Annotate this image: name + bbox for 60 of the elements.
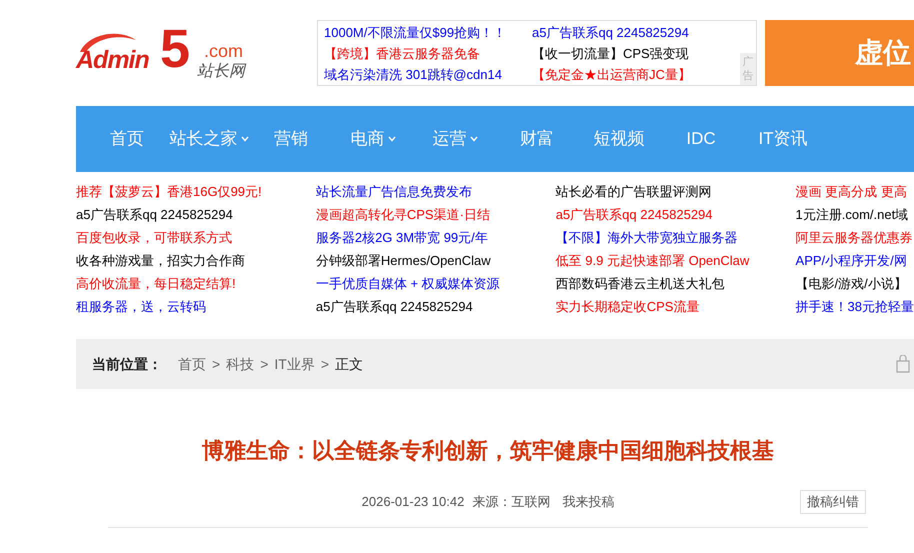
article-source: 来源：互联网 xyxy=(472,493,550,512)
ad-link[interactable]: 实力长期稳定收CPS流量 xyxy=(556,295,700,318)
submit-link[interactable]: 我来投稿 xyxy=(562,492,614,512)
caret-icon xyxy=(470,136,478,142)
ad-link[interactable]: 站长流量广告信息免费发布 xyxy=(316,180,472,203)
nav-item[interactable]: 电商 xyxy=(332,126,414,152)
logo-digit: 5 xyxy=(160,22,190,76)
ad-link[interactable]: 域名污染清洗 301跳转@cdn14 xyxy=(324,64,532,85)
logo-text: Admin xyxy=(76,48,149,73)
ad-link[interactable]: 服务器2核2G 3M带宽 99元/年 xyxy=(316,226,488,249)
ad-link[interactable]: 【不限】海外大带宽独立服务器 xyxy=(556,226,738,249)
article-date: 2026-01-23 10:42 xyxy=(362,493,464,512)
nav-item[interactable]: IT资讯 xyxy=(742,126,824,152)
breadcrumb-separator: > xyxy=(260,354,268,374)
report-button[interactable]: 撤稿纠错 xyxy=(800,490,866,514)
nav-item[interactable]: 站长之家 xyxy=(168,126,250,152)
breadcrumb-link[interactable]: 科技 xyxy=(226,354,254,374)
breadcrumb-label: 当前位置： xyxy=(92,354,162,374)
breadcrumb-separator: > xyxy=(320,354,330,374)
article-title: 博雅生命：以全链条专利创新，筑牢健康中国细胞科技根基 xyxy=(202,437,774,465)
ad-link[interactable]: 拼手速！38元抢轻量 xyxy=(796,295,914,318)
ad-link[interactable]: 推荐【菠萝云】香港16G仅99元! xyxy=(76,180,262,203)
nav-item[interactable]: 首页 xyxy=(86,126,168,152)
ad-link[interactable]: 分钟级部署Hermes/OpenClaw xyxy=(316,249,491,272)
ad-link[interactable]: 站长必看的广告联盟评测网 xyxy=(556,180,712,203)
ad-link[interactable]: 低至 9.9 元起快速部署 OpenClaw xyxy=(556,249,750,272)
nav-item[interactable]: 运营 xyxy=(414,126,496,152)
ad-link[interactable]: 【免定金★出运营商JC量】 xyxy=(532,64,740,85)
ad-link[interactable]: 【收一切流量】CPS强变现 xyxy=(532,43,740,64)
caret-icon xyxy=(240,136,248,142)
ad-link[interactable]: 【电影/游戏/小说】 xyxy=(796,272,907,295)
logo-domain: .com xyxy=(204,42,244,60)
bag-icon xyxy=(896,355,910,373)
ad-link[interactable]: 1元注册.com/.net域 xyxy=(796,203,908,226)
ad-link[interactable]: 漫画 更高分成 更高 xyxy=(796,180,907,203)
breadcrumb-link[interactable]: 首页 xyxy=(178,354,206,374)
nav-item[interactable]: IDC xyxy=(660,126,742,152)
ad-link[interactable]: 百度包收录，可带联系方式 xyxy=(76,226,232,249)
ad-link[interactable]: 漫画超高转化寻CPS渠道·日结 xyxy=(316,203,490,226)
ad-link[interactable]: 【跨境】香港云服务器免备 xyxy=(324,43,532,64)
ad-link[interactable]: 阿里云服务器优惠券 xyxy=(796,226,913,249)
breadcrumb-link[interactable]: 正文 xyxy=(335,354,364,374)
nav-item[interactable]: 营销 xyxy=(250,126,332,152)
breadcrumb-separator: > xyxy=(212,354,220,374)
ad-link[interactable]: a5广告联系qq 2245825294 xyxy=(532,22,740,43)
ad-link[interactable]: 西部数码香港云主机送大礼包 xyxy=(556,272,725,295)
ad-link[interactable]: a5广告联系qq 2245825294 xyxy=(76,203,233,226)
nav-item[interactable]: 短视频 xyxy=(578,126,660,152)
logo-name: 站长网 xyxy=(197,64,245,80)
ad-link[interactable]: 高价收流量，每日稳定结算! xyxy=(76,272,236,295)
ad-link[interactable]: APP/小程序开发/网 xyxy=(796,249,907,272)
caret-icon xyxy=(388,136,396,142)
ad-link[interactable]: a5广告联系qq 2245825294 xyxy=(556,203,713,226)
ad-link[interactable]: 收各种游戏量，招实力合作商 xyxy=(76,249,245,272)
breadcrumb-link[interactable]: IT业界 xyxy=(274,354,315,374)
ad-link[interactable]: 一手优质自媒体 + 权威媒体资源 xyxy=(316,272,500,295)
ad-link[interactable]: 租服务器，送，云转码 xyxy=(76,295,206,318)
nav-item[interactable]: 财富 xyxy=(496,126,578,152)
ad-link[interactable]: a5广告联系qq 2245825294 xyxy=(316,295,473,318)
ad-link[interactable]: 1000M/不限流量仅$99抢购！！ xyxy=(324,22,532,43)
